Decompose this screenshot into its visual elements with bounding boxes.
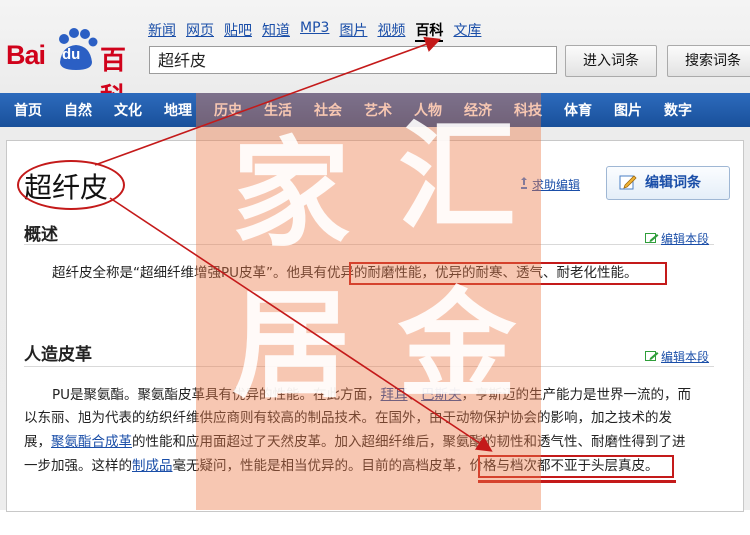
edit-entry-label: 编辑词条 xyxy=(645,175,701,191)
edit-entry-button[interactable]: 编辑词条 xyxy=(606,166,730,200)
logo-bai-text: Bai xyxy=(6,40,46,70)
category-sports[interactable]: 体育 xyxy=(564,100,592,120)
topnav-mp3[interactable]: MP3 xyxy=(300,20,329,42)
link-pu-synthetic-leather[interactable]: 聚氨酯合成革 xyxy=(51,434,132,450)
search-entry-button[interactable]: 搜索词条 xyxy=(667,45,750,77)
paragraph-text: 一步加强。这样的 xyxy=(24,458,132,474)
topnav-video[interactable]: 视频 xyxy=(377,20,405,42)
category-home[interactable]: 首页 xyxy=(14,100,42,120)
section-heading-overview: 概述 xyxy=(24,225,58,245)
topnav-zhidao[interactable]: 知道 xyxy=(262,20,290,42)
watermark-char: 金 xyxy=(398,276,517,414)
category-nature[interactable]: 自然 xyxy=(64,100,92,120)
topnav-wenku[interactable]: 文库 xyxy=(453,20,481,42)
topnav-tieba[interactable]: 贴吧 xyxy=(224,20,252,42)
section-heading-artificial-leather: 人造皮革 xyxy=(24,345,92,365)
edit-section-link[interactable]: 编辑本段 xyxy=(661,348,709,365)
category-pictures[interactable]: 图片 xyxy=(614,100,642,120)
title-annotation-circle xyxy=(17,160,125,210)
watermark-char: 居 xyxy=(232,276,351,414)
search-input[interactable]: 超纤皮 xyxy=(149,46,557,74)
edit-pencil-icon xyxy=(619,175,637,190)
topnav-images[interactable]: 图片 xyxy=(339,20,367,42)
edit-section-icon xyxy=(645,351,659,361)
topnav-web[interactable]: 网页 xyxy=(186,20,214,42)
paragraph-text: 展， xyxy=(24,434,51,450)
baidu-baike-logo[interactable]: Bai du 百科 xyxy=(6,28,146,113)
enter-entry-button[interactable]: 进入词条 xyxy=(565,45,657,77)
logo-du-text: du xyxy=(62,46,81,63)
category-culture[interactable]: 文化 xyxy=(114,100,142,120)
top-nav: 新闻 网页 贴吧 知道 MP3 图片 视频 百科 文库 xyxy=(148,20,481,42)
topnav-baike[interactable]: 百科 xyxy=(415,20,444,42)
link-finished-products[interactable]: 制成品 xyxy=(132,458,173,474)
edit-section-link[interactable]: 编辑本段 xyxy=(661,230,709,247)
category-digital[interactable]: 数字 xyxy=(664,100,692,120)
category-geography[interactable]: 地理 xyxy=(164,100,192,120)
watermark-char: 家 xyxy=(232,125,351,263)
watermark-char: 汇 xyxy=(398,108,517,246)
topnav-news[interactable]: 新闻 xyxy=(148,20,176,42)
edit-section-icon xyxy=(645,233,659,243)
